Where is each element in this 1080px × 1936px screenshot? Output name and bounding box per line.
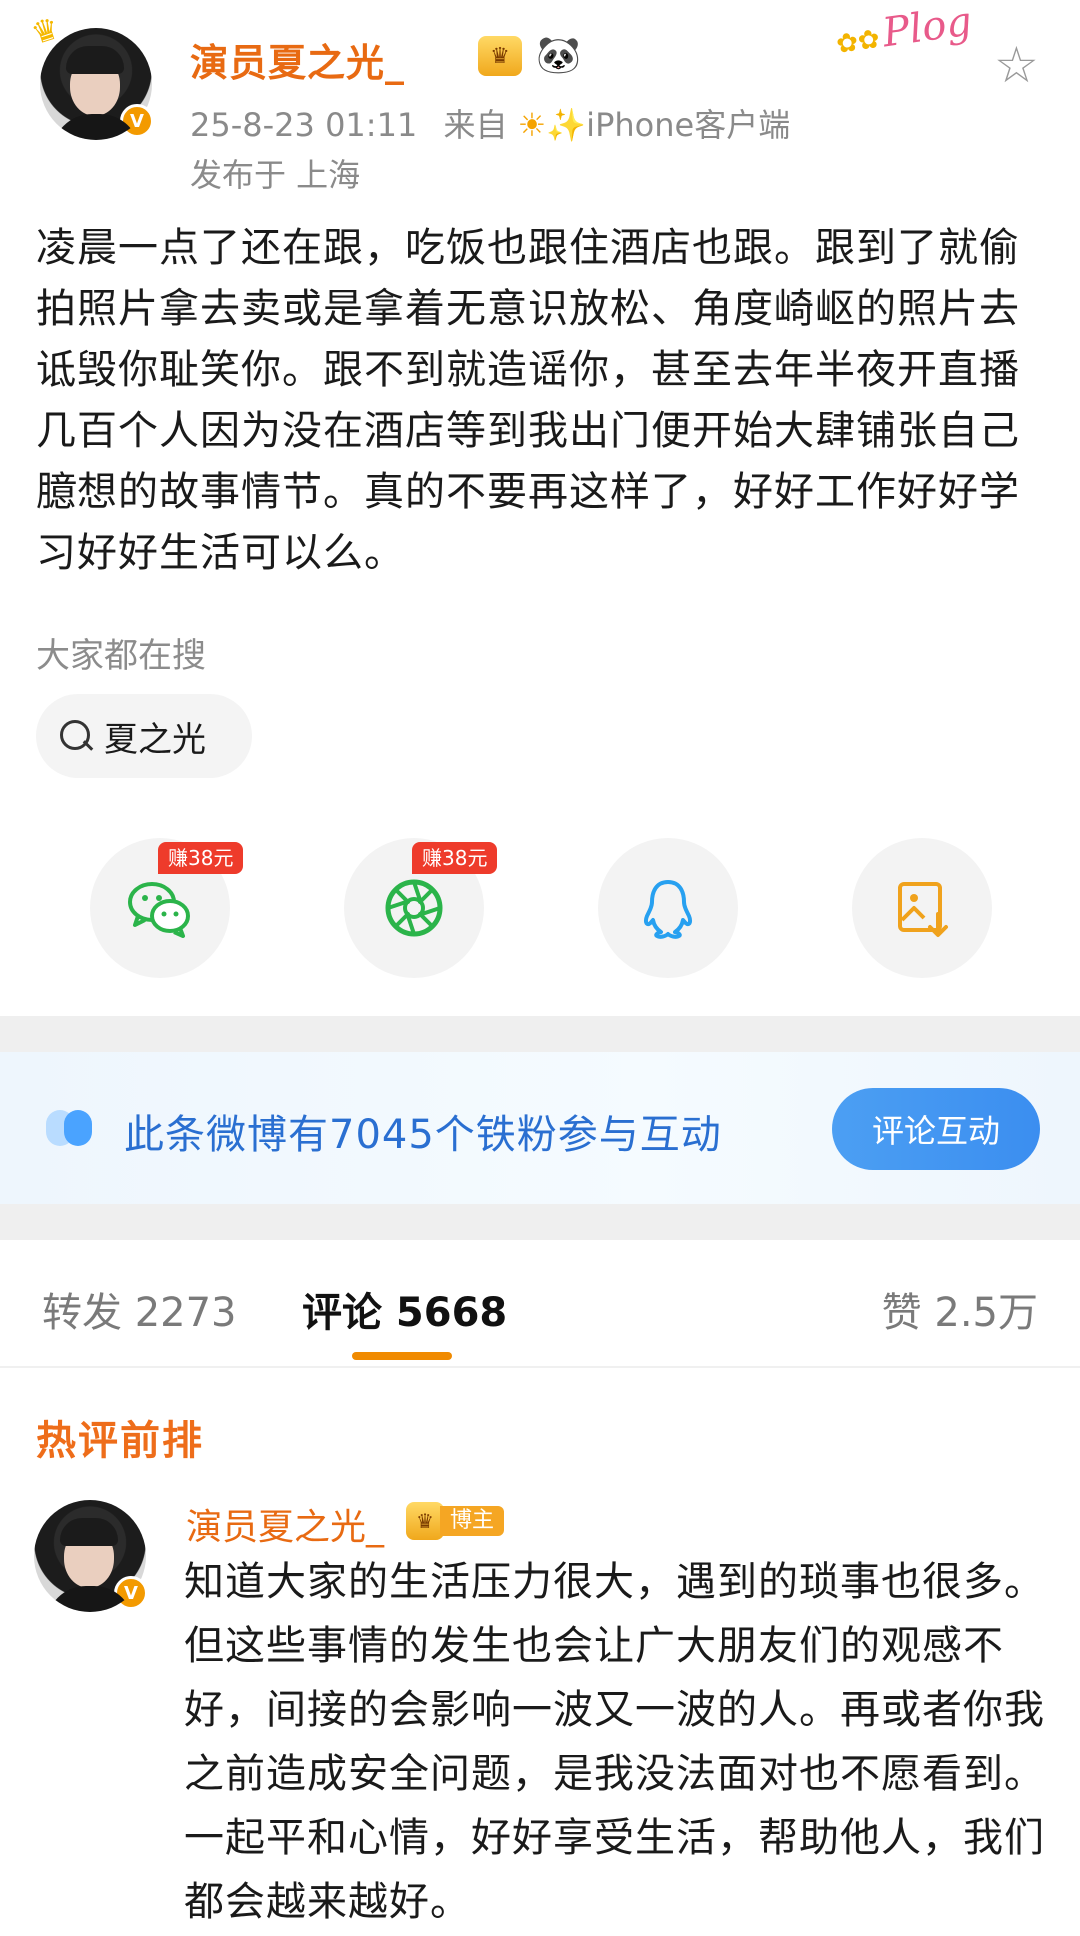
tab-like[interactable]: 赞 2.5万 [882,1280,1038,1338]
wechat-reward-tag: 赚38元 [158,842,244,874]
save-image-button[interactable] [852,838,992,978]
trending-search-chip[interactable]: 夏之光 [36,694,252,778]
author-avatar[interactable]: ♛ V [27,11,154,140]
tab-repost[interactable]: 转发 2273 [42,1280,237,1338]
post-timestamp: 25-8-23 01:11 [190,106,418,144]
source-client: iPhone客户端 [586,106,791,144]
plog-sticker: ✿✿Plog [833,0,1000,77]
comment-content: 知道大家的生活压力很大，遇到的琐事也很多。但这些事情的发生也会让广大朋友们的观感… [184,1559,1045,1925]
search-icon [58,718,94,754]
wechat-icon [128,882,190,938]
source-prefix: 来自 [443,106,508,144]
sun-icon: ☀ [517,106,547,144]
section-divider [0,1204,1080,1240]
share-qq-button[interactable] [598,838,738,978]
active-tab-indicator [352,1352,452,1360]
star-icon[interactable]: ☆ [994,40,1039,90]
panda-badge-icon[interactable]: 🐼 [536,34,581,76]
poster-badge: ♛ 博主 [406,1502,505,1540]
post-location: 发布于 上海 [190,156,361,194]
sparkle-icon: ✨ [546,106,587,144]
search-chip-label: 夏之光 [104,719,206,760]
comment-author-name[interactable]: 演员夏之光_ [186,1498,384,1550]
post-tabs: 转发 2273 评论 5668 赞 2.5万 [0,1240,1080,1368]
fan-level-badge-icon: ♛ [406,1502,444,1540]
share-row: 赚38元 赚38元 [0,838,1080,978]
fan-interaction-banner[interactable]: 此条微博有7045个铁粉参与互动 评论互动 [0,1052,1080,1204]
section-divider [0,1016,1080,1052]
qq-penguin-icon [643,880,693,939]
author-name[interactable]: 演员夏之光_ [190,32,405,87]
post-content: 凌晨一点了还在跟，吃饭也跟住酒店也跟。跟到了就偷拍照片拿去卖或是拿着无意识放松、… [36,225,1020,576]
comment-interact-button[interactable]: 评论互动 [832,1088,1040,1170]
fan-level-badge-icon[interactable]: ♛ [478,36,522,76]
sticker-text: Plog [879,0,975,57]
hot-comments-title: 热评前排 [36,1418,204,1464]
trending-search-label: 大家都在搜 [36,636,206,676]
flower-icon: ✿✿ [834,24,882,61]
comment-author-avatar[interactable]: V [34,1500,148,1612]
tab-comment[interactable]: 评论 5668 [302,1280,507,1338]
fans-wave-icon [46,1110,98,1146]
save-image-icon [898,882,948,937]
poster-badge-label: 博主 [440,1506,505,1536]
moments-aperture-icon [385,879,443,937]
post-meta: 25-8-23 01:11 来自 ☀✨iPhone客户端 [190,100,790,146]
fan-interaction-text: 此条微博有7045个铁粉参与互动 [124,1112,722,1158]
moments-reward-tag: 赚38元 [412,842,498,874]
post-header: ♛ V 演员夏之光_ ♛ 🐼 25-8-23 01:11 来自 ☀✨iPhone… [0,0,1080,200]
